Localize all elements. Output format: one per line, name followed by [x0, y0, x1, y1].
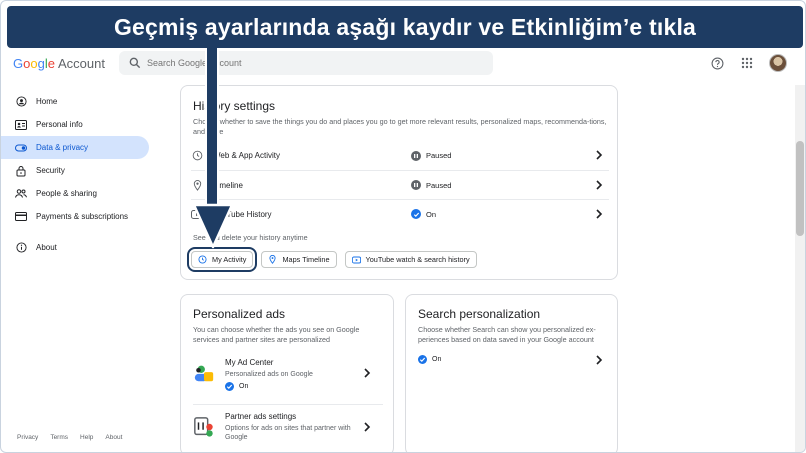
info-icon	[15, 242, 27, 254]
history-row-youtube-history[interactable]: YouTube History On	[191, 199, 609, 228]
footer-link-about[interactable]: About	[105, 434, 122, 441]
personalized-ads-description: You can choose whether the ads you see o…	[193, 325, 360, 344]
chevron-right-icon	[596, 355, 603, 365]
history-row-status: Paused	[411, 180, 451, 190]
browser-frame: GoogleAccount Home Personal info D	[0, 0, 806, 453]
ads-divider	[193, 404, 383, 405]
apps-grid-icon[interactable]	[739, 55, 755, 71]
id-card-icon	[15, 119, 27, 131]
history-settings-description: Choose whether to save the things you do…	[193, 117, 607, 136]
partner-ads-text: Partner ads settings Options for ads on …	[225, 412, 355, 442]
chevron-right-icon	[364, 422, 371, 432]
my-ad-center-status: On	[225, 382, 313, 391]
footer-links: Privacy Terms Help About	[17, 434, 122, 441]
sidebar-item-label: About	[36, 243, 57, 252]
footer-link-terms[interactable]: Terms	[50, 434, 68, 441]
help-icon[interactable]	[709, 55, 725, 71]
sidebar-item-home[interactable]: Home	[1, 90, 149, 113]
chevron-right-icon	[364, 368, 371, 378]
footer-link-privacy[interactable]: Privacy	[17, 434, 38, 441]
instruction-banner-text: Geçmiş ayarlarında aşağı kaydır ve Etkin…	[113, 13, 697, 40]
search-personalization-card[interactable]: Search personalization Choose whether Se…	[405, 294, 618, 452]
sidebar-item-label: Personal info	[36, 120, 83, 129]
instruction-banner: Geçmiş ayarlarında aşağı kaydır ve Etkin…	[7, 6, 803, 48]
search-icon	[129, 57, 141, 69]
partner-ads-item[interactable]: Partner ads settings Options for ads on …	[193, 412, 385, 442]
my-ad-center-item[interactable]: My Ad Center Personalized ads on Google …	[193, 358, 385, 391]
sidebar-item-security[interactable]: Security	[1, 159, 149, 182]
history-row-timeline[interactable]: Timeline Paused	[191, 170, 609, 199]
sidebar-item-data-privacy[interactable]: Data & privacy	[1, 136, 149, 159]
arrow-down-icon	[192, 47, 234, 249]
home-icon	[15, 96, 27, 108]
sidebar-item-label: Data & privacy	[36, 143, 89, 152]
history-row-status: On	[411, 209, 436, 219]
location-pin-icon	[268, 255, 277, 264]
my-ad-center-title: My Ad Center	[225, 358, 274, 367]
check-icon	[418, 355, 427, 364]
check-icon	[225, 382, 234, 391]
sidebar-item-label: People & sharing	[36, 189, 97, 198]
top-bar: Google Account	[1, 49, 805, 85]
sidebar-item-personal-info[interactable]: Personal info	[1, 113, 149, 136]
personalized-ads-card: Personalized ads You can choose whether …	[180, 294, 394, 452]
check-icon	[411, 209, 421, 219]
sidebar-item-label: Home	[36, 97, 58, 106]
youtube-icon	[351, 255, 361, 264]
history-row-label: Web & App Activity	[213, 151, 280, 160]
history-row-status: Paused	[411, 150, 451, 161]
chevron-right-icon	[596, 150, 603, 160]
google-account-logo[interactable]: Google Account	[13, 56, 105, 71]
sidebar-item-people-sharing[interactable]: People & sharing	[1, 182, 149, 205]
history-row-label: Timeline	[213, 180, 243, 190]
search-personalization-description: Choose whether Search can show you perso…	[418, 325, 596, 344]
my-ad-center-sub: Personalized ads on Google	[225, 371, 313, 378]
sidebar-item-label: Payments & subscriptions	[36, 212, 129, 221]
pause-icon	[411, 180, 421, 190]
search-personalization-status: On	[418, 355, 441, 364]
toggle-icon	[15, 142, 27, 154]
chevron-right-icon	[596, 209, 603, 219]
history-row-label: YouTube History	[213, 209, 272, 219]
lock-icon	[15, 165, 27, 177]
history-row-web-app-activity[interactable]: Web & App Activity Paused	[191, 141, 609, 170]
personalized-ads-title: Personalized ads	[193, 307, 286, 321]
my-ad-center-text: My Ad Center Personalized ads on Google …	[225, 358, 313, 391]
sidebar-item-payments[interactable]: Payments & subscriptions	[1, 205, 149, 228]
youtube-history-button[interactable]: YouTube watch & search history	[344, 251, 477, 268]
chevron-right-icon	[596, 180, 603, 190]
partner-ads-icon	[194, 417, 213, 437]
search-personalization-title: Search personalization	[418, 307, 541, 321]
scrollbar-thumb[interactable]	[796, 141, 804, 236]
footer-link-help[interactable]: Help	[80, 434, 93, 441]
partner-ads-sub: Options for ads on sites that partner wi…	[225, 425, 351, 441]
ad-center-icon	[194, 365, 214, 382]
sidebar: Home Personal info Data & privacy Securi…	[1, 89, 161, 259]
pause-icon	[411, 150, 421, 161]
card-icon	[15, 211, 27, 223]
avatar[interactable]	[769, 54, 787, 72]
sidebar-item-about[interactable]: About	[1, 236, 149, 259]
people-icon	[15, 188, 27, 200]
partner-ads-title: Partner ads settings	[225, 412, 297, 421]
search-box[interactable]	[119, 51, 493, 75]
history-settings-card: History settings Choose whether to save …	[180, 85, 618, 280]
sidebar-item-label: Security	[36, 166, 65, 175]
maps-timeline-button[interactable]: Maps Timeline	[261, 251, 337, 268]
top-icons	[709, 54, 787, 72]
